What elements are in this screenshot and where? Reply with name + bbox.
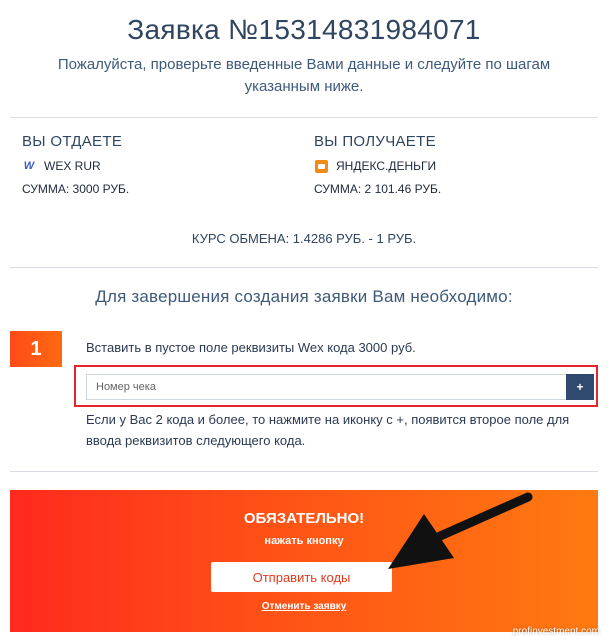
exchange-rate: КУРС ОБМЕНА: 1.4286 РУБ. - 1 РУБ. (191, 231, 417, 246)
cancel-order-link[interactable]: Отменить заявку (10, 601, 598, 612)
receive-currency-label: ЯНДЕКС.ДЕНЬГИ (336, 159, 437, 173)
add-code-button[interactable]: + (566, 374, 594, 400)
completion-heading: Для завершения создания заявки Вам необх… (95, 287, 513, 306)
receive-section: ВЫ ПОЛУЧАЕТЕ ЯНДЕКС.ДЕНЬГИ СУММА: 2 101.… (314, 133, 574, 196)
receive-currency: ЯНДЕКС.ДЕНЬГИ (314, 159, 574, 173)
give-currency: W WEX RUR (22, 159, 282, 173)
wex-logo-icon: W (23, 160, 35, 172)
banner-title: ОБЯЗАТЕЛЬНО! (243, 510, 365, 527)
multi-code-hint: Если у Вас 2 кода и более, то нажмите на… (86, 412, 570, 448)
send-codes-button[interactable]: Отправить коды (211, 562, 392, 592)
page-title: Заявка №15314831984071 (127, 14, 481, 45)
divider (10, 471, 598, 472)
give-sum: СУММА: 3000 РУБ. (22, 182, 130, 196)
banner-subtitle: нажать кнопку (264, 535, 344, 547)
divider (10, 267, 598, 268)
step-instruction: Вставить в пустое поле реквизиты Wex код… (86, 340, 416, 355)
receive-sum: СУММА: 2 101.46 РУБ. (314, 182, 442, 196)
page-subtitle: Пожалуйста, проверьте введенные Вами дан… (57, 56, 551, 95)
watermark: profinvestment.com (512, 626, 600, 637)
yandex-money-icon (314, 159, 328, 173)
give-currency-label: WEX RUR (44, 159, 101, 173)
give-heading: ВЫ ОТДАЕТЕ (22, 133, 123, 150)
give-section: ВЫ ОТДАЕТЕ W WEX RUR СУММА: 3000 РУБ. (22, 133, 282, 196)
receive-heading: ВЫ ПОЛУЧАЕТЕ (314, 133, 436, 150)
step-number-badge: 1 (10, 331, 62, 367)
action-banner: ОБЯЗАТЕЛЬНО! нажать кнопку Отправить код… (10, 490, 598, 632)
receipt-number-input[interactable] (86, 374, 566, 400)
divider (10, 117, 598, 118)
